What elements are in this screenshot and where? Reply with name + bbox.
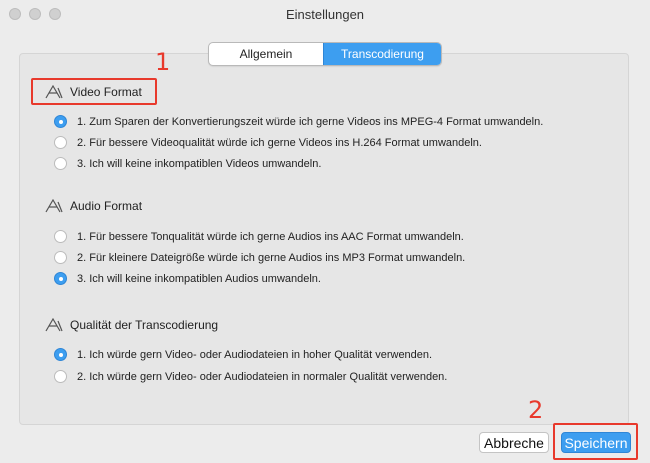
option-audio-3[interactable]: 3. Ich will keine inkompatiblen Audios u… xyxy=(54,272,321,285)
title-bar: Einstellungen xyxy=(0,0,650,30)
radio-button[interactable] xyxy=(54,230,67,243)
section-title: Audio Format xyxy=(70,199,143,213)
tab-transcodierung[interactable]: Transcodierung xyxy=(323,43,441,65)
app-store-a-icon xyxy=(45,318,63,332)
window-title: Einstellungen xyxy=(285,7,365,22)
option-label: 2. Ich würde gern Video- oder Audiodatei… xyxy=(77,370,448,383)
section-audio-format: Audio Format xyxy=(44,199,142,213)
radio-button[interactable] xyxy=(54,370,67,383)
section-transcoding-quality: Qualität der Transcodierung xyxy=(44,318,218,332)
preferences-window: Einstellungen Allgemein Transcodierung V… xyxy=(0,0,650,463)
radio-button[interactable] xyxy=(54,136,67,149)
radio-button[interactable] xyxy=(54,115,67,128)
option-label: 2. Für kleinere Dateigröße würde ich ger… xyxy=(77,251,466,264)
radio-button[interactable] xyxy=(54,157,67,170)
option-video-2[interactable]: 2. Für bessere Videoqualität würde ich g… xyxy=(54,136,482,149)
option-label: 2. Für bessere Videoqualität würde ich g… xyxy=(77,136,482,149)
radio-button[interactable] xyxy=(54,251,67,264)
tab-allgemein[interactable]: Allgemein xyxy=(209,43,323,65)
option-video-3[interactable]: 3. Ich will keine inkompatiblen Videos u… xyxy=(54,157,321,170)
app-store-a-icon xyxy=(45,199,63,213)
option-quality-1[interactable]: 1. Ich würde gern Video- oder Audiodatei… xyxy=(54,348,432,361)
option-audio-2[interactable]: 2. Für kleinere Dateigröße würde ich ger… xyxy=(54,251,465,264)
option-label: 1. Für bessere Tonqualität würde ich ger… xyxy=(77,230,464,243)
option-label: 3. Ich will keine inkompatiblen Audios u… xyxy=(77,272,321,285)
radio-button[interactable] xyxy=(54,348,67,361)
option-video-1[interactable]: 1. Zum Sparen der Konvertierungszeit wür… xyxy=(54,115,543,128)
section-title: Qualität der Transcodierung xyxy=(70,318,219,332)
tab-bar: Allgemein Transcodierung xyxy=(208,42,442,66)
option-label: 1. Ich würde gern Video- oder Audiodatei… xyxy=(77,348,433,361)
option-quality-2[interactable]: 2. Ich würde gern Video- oder Audiodatei… xyxy=(54,370,447,383)
cancel-button[interactable]: Abbreche xyxy=(479,432,549,453)
annotation-marker-1: 1 xyxy=(155,48,171,76)
save-button[interactable]: Speichern xyxy=(561,432,631,453)
option-audio-1[interactable]: 1. Für bessere Tonqualität würde ich ger… xyxy=(54,230,464,243)
annotation-box-video-format xyxy=(31,78,157,105)
option-label: 1. Zum Sparen der Konvertierungszeit wür… xyxy=(77,115,544,128)
annotation-marker-2: 2 xyxy=(528,396,544,424)
radio-button[interactable] xyxy=(54,272,67,285)
option-label: 3. Ich will keine inkompatiblen Videos u… xyxy=(77,157,322,170)
